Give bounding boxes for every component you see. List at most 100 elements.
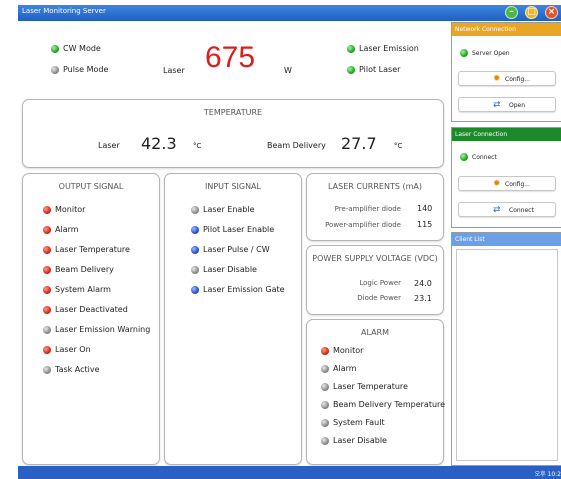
power-supply-title: POWER SUPPLY VOLTAGE (VDC) [312,254,438,263]
status-led [191,206,199,214]
connect-led [460,153,468,161]
laser-config-button[interactable]: ✹ Config... [458,176,556,191]
laser-connect-label: Connect [509,207,534,214]
pre-amp-label: Pre-amplifier diode [334,205,401,213]
status-led [43,286,51,294]
diode-power-label: Diode Power [357,294,401,302]
alarm-title: ALARM [360,328,390,337]
status-led [43,326,51,334]
list-item-label: Laser Emission Warning [55,325,151,334]
power-value: 675 [205,41,256,74]
output-signal-panel: OUTPUT SIGNAL Monitor Alarm Laser Temperat… [22,173,160,465]
laser-emission-led [347,45,355,53]
pulse-mode-led [51,66,59,74]
beam-temp-value: 27.7 [341,134,377,153]
input-signal-title: INPUT SIGNAL [204,182,261,191]
laser-currents-panel: LASER CURRENTS (mA) Pre-amplifier diode … [306,173,444,241]
cw-mode-led [51,45,59,53]
list-item-label: Laser Disable [203,265,257,274]
list-item-label: Laser Temperature [333,382,408,391]
client-list-title: Client List [452,233,561,246]
power-unit: W [284,66,292,75]
list-item-label: Pilot Laser Enable [203,225,275,234]
laser-connection-panel: Laser Connection Connect ✹ Config... ⇄ C… [451,127,561,228]
input-signal-panel: INPUT SIGNAL Laser Enable Pilot Laser Ena… [164,173,302,465]
status-led [321,419,329,427]
refresh-arrows-icon: ⇄ [493,205,501,215]
temperature-panel: TEMPERATURE Laser 42.3 °C Beam Delivery … [22,99,444,168]
gear-icon: ✹ [493,179,501,189]
maximize-icon[interactable]: □ [525,6,538,19]
temperature-title: TEMPERATURE [203,108,263,117]
status-led [191,226,199,234]
output-signal-title: OUTPUT SIGNAL [58,182,124,191]
list-item-label: Laser On [55,345,91,354]
client-list-panel: Client List [451,232,561,466]
status-bar: 오후 10:2 [18,466,561,479]
list-item-label: Laser Deactivated [55,305,128,314]
beam-temp-unit: °C [394,142,403,150]
status-led [191,246,199,254]
list-item-label: Beam Delivery [55,265,114,274]
list-item-label: Alarm [333,364,357,373]
list-item-label: Beam Delivery Temperature [333,400,446,409]
status-led [43,246,51,254]
network-open-label: Open [509,102,526,109]
list-item-label: Laser Emission Gate [203,285,285,294]
list-item-label: System Fault [333,418,385,427]
network-connection-panel: Network Connection Server Open ✹ Config.… [451,22,561,122]
refresh-arrows-icon: ⇄ [493,100,501,110]
network-connection-title: Network Connection [452,23,561,36]
pilot-laser-label: Pilot Laser [359,65,401,74]
laser-connect-button[interactable]: ⇄ Connect [458,202,556,217]
server-open-led [460,49,468,57]
logic-power-value: 24.0 [414,279,432,288]
diode-power-value: 23.1 [414,294,432,303]
list-item-label: Alarm [55,225,79,234]
cw-mode-label: CW Mode [63,44,101,53]
laser-emission-label: Laser Emission [359,44,419,53]
server-open-label: Server Open [472,50,510,57]
power-amp-label: Power-amplifier diode [325,221,401,229]
status-led [321,347,329,355]
pilot-laser-led [347,66,355,74]
status-led [191,286,199,294]
laser-connection-title: Laser Connection [452,128,561,141]
power-label: Laser [163,66,185,75]
laser-temp-value: 42.3 [141,134,177,153]
connect-status-label: Connect [472,154,497,161]
network-config-label: Config... [505,76,530,83]
list-item-label: Task Active [55,365,100,374]
gear-icon: ✹ [493,74,501,84]
laser-config-label: Config... [505,181,530,188]
power-amp-value: 115 [417,220,433,229]
status-led [43,306,51,314]
status-led [43,366,51,374]
minimize-icon[interactable]: – [505,6,518,19]
list-item-label: Laser Disable [333,436,387,445]
status-led [43,226,51,234]
network-config-button[interactable]: ✹ Config... [458,71,556,86]
pulse-mode-label: Pulse Mode [63,65,109,74]
status-led [321,383,329,391]
list-item-label: Laser Temperature [55,245,130,254]
pre-amp-value: 140 [417,204,433,213]
logic-power-label: Logic Power [359,279,401,287]
list-item-label: Monitor [55,205,86,214]
status-led [321,437,329,445]
status-led [321,401,329,409]
network-open-button[interactable]: ⇄ Open [458,97,556,112]
status-led [191,266,199,274]
status-clock: 오후 10:2 [534,471,561,478]
status-led [43,266,51,274]
beam-temp-label: Beam Delivery [267,141,326,150]
status-led [43,206,51,214]
laser-temp-unit: °C [193,142,202,150]
power-supply-panel: POWER SUPPLY VOLTAGE (VDC) Logic Power 2… [306,245,444,315]
client-list-box[interactable] [456,249,558,461]
list-item-label: System Alarm [55,285,111,294]
window-title: Laser Monitoring Server [22,7,106,15]
power-panel: CW Mode Pulse Mode Laser 675 W Laser Emi… [22,27,444,95]
laser-temp-label: Laser [98,141,120,150]
close-icon[interactable]: × [545,6,558,19]
